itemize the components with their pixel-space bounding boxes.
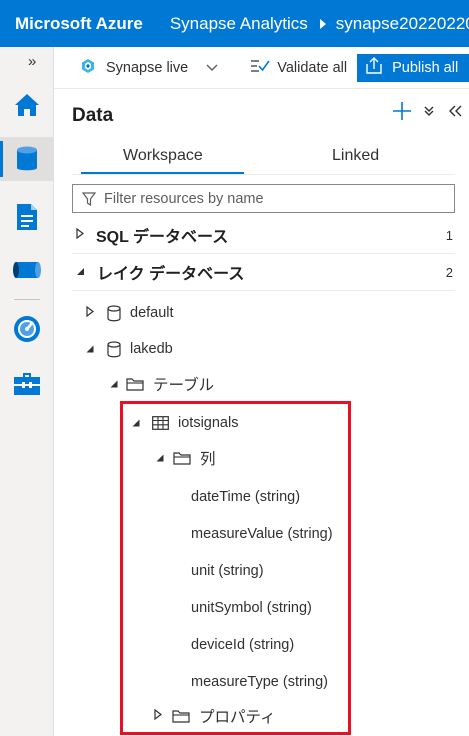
section-count: 1 [445, 227, 453, 243]
column-item[interactable]: measureType (string) [191, 670, 328, 694]
collapse-caret-icon[interactable] [156, 449, 164, 467]
database-icon [17, 146, 37, 171]
breadcrumb-service[interactable]: Synapse Analytics [170, 14, 308, 34]
tabs-baseline [72, 174, 455, 175]
azure-brand[interactable]: Microsoft Azure [0, 14, 143, 34]
workspace-toolbar: Synapse live Validate all Publish all [54, 47, 469, 89]
collapse-panel-button[interactable] [442, 105, 469, 117]
database-icon [107, 340, 121, 358]
column-item[interactable]: deviceId (string) [191, 633, 294, 657]
tree-item-label: プロパティ [199, 709, 276, 726]
section-sql-databases[interactable]: SQL データベース 1 [72, 217, 455, 254]
synapse-live-dropdown[interactable]: Synapse live [80, 58, 188, 78]
double-chevron-left-icon [448, 105, 461, 117]
azure-header: Microsoft Azure Synapse Analytics synaps… [0, 0, 469, 47]
tree-item-label: 列 [200, 451, 216, 468]
gauge-icon [14, 316, 40, 342]
tree-item-label: lakedb [130, 341, 173, 357]
tree-item-columns-folder[interactable]: 列 [156, 446, 216, 470]
column-item[interactable]: unitSymbol (string) [191, 596, 312, 620]
publish-all-button[interactable]: Publish all [357, 53, 469, 82]
tree-item-properties-folder[interactable]: プロパティ [154, 704, 276, 728]
expand-rail-icon[interactable]: » [28, 53, 36, 70]
panel-tabs: Workspace Linked [72, 141, 455, 175]
panel-title: Data [72, 105, 114, 126]
chevron-down-icon[interactable] [206, 59, 218, 77]
filter-icon [82, 191, 96, 206]
database-icon [107, 304, 121, 322]
home-icon [15, 94, 39, 116]
nav-monitor[interactable] [0, 307, 54, 351]
nav-integrate[interactable] [0, 248, 54, 292]
column-item[interactable]: measureValue (string) [191, 522, 333, 546]
table-icon [152, 416, 169, 430]
synapse-live-label: Synapse live [106, 59, 189, 76]
section-count: 2 [445, 264, 453, 280]
collapse-all-button[interactable] [415, 105, 442, 117]
nav-home[interactable] [0, 83, 54, 127]
expand-caret-icon[interactable] [154, 707, 162, 725]
folder-icon [173, 451, 191, 465]
nav-data[interactable] [0, 137, 54, 181]
validate-all-button[interactable]: Validate all [250, 58, 347, 78]
collapse-caret-icon[interactable] [132, 415, 140, 431]
section-label: SQL データベース [96, 229, 229, 246]
column-item[interactable]: dateTime (string) [191, 485, 300, 509]
validate-all-label: Validate all [277, 59, 348, 76]
column-item[interactable]: unit (string) [191, 559, 264, 583]
tab-linked[interactable]: Linked [332, 147, 379, 165]
tree-item-label: iotsignals [178, 415, 239, 431]
nav-manage[interactable] [0, 361, 54, 405]
nav-develop[interactable] [0, 195, 54, 239]
section-lake-databases[interactable]: レイク データベース 2 [72, 254, 455, 291]
folder-icon [126, 377, 144, 391]
add-resource-button[interactable] [388, 101, 415, 121]
double-chevron-down-icon [424, 106, 433, 116]
synapse-live-icon [80, 58, 96, 78]
rail-divider [14, 299, 40, 300]
publish-icon [366, 57, 382, 78]
panel-actions [388, 101, 469, 121]
validate-icon [250, 58, 270, 78]
filter-box [72, 184, 455, 213]
document-icon [17, 204, 37, 230]
collapse-caret-icon[interactable] [76, 263, 85, 281]
collapse-caret-icon[interactable] [86, 341, 94, 357]
pipeline-icon [13, 262, 41, 278]
tree-item-default[interactable]: default [86, 301, 174, 325]
tree-item-iotsignals[interactable]: iotsignals [132, 411, 238, 435]
breadcrumb-workspace[interactable]: synapse20220220 [336, 14, 469, 34]
tree-item-lakedb[interactable]: lakedb [86, 337, 173, 361]
folder-icon [172, 709, 190, 723]
expand-caret-icon[interactable] [76, 226, 84, 244]
tree-item-label: default [130, 305, 174, 321]
tree-item-tables-folder[interactable]: テーブル [110, 372, 214, 396]
toolbox-icon [14, 373, 40, 395]
tree-item-label: テーブル [153, 377, 215, 394]
tab-workspace[interactable]: Workspace [123, 147, 203, 165]
filter-input[interactable] [104, 190, 444, 207]
section-label: レイク データベース [97, 266, 245, 283]
plus-icon [392, 102, 411, 120]
expand-caret-icon[interactable] [86, 305, 94, 321]
publish-all-label: Publish all [392, 59, 459, 76]
breadcrumb-caret-icon [319, 18, 326, 29]
collapse-caret-icon[interactable] [110, 375, 118, 393]
left-nav-rail: » [0, 47, 54, 736]
active-tab-indicator [81, 172, 244, 174]
